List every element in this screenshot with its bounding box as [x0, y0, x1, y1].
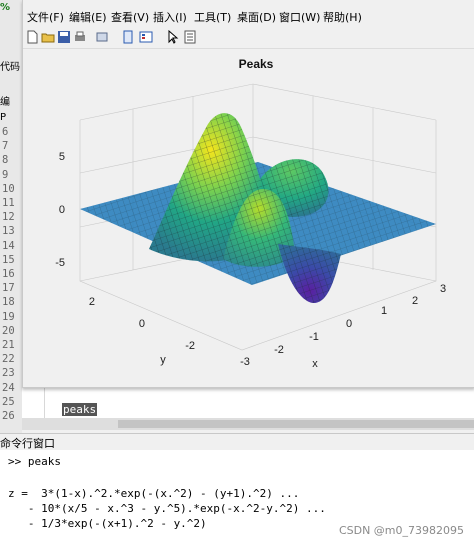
x-axis-ticks: -3 -2 -1 0 1 2 3 — [240, 283, 446, 368]
save-icon[interactable] — [57, 30, 71, 44]
line-number: 10 — [2, 182, 15, 195]
pointer-icon[interactable] — [165, 30, 179, 44]
line-number: 24 — [2, 381, 15, 394]
line-number: 22 — [2, 353, 15, 366]
new-figure-icon[interactable] — [25, 30, 39, 44]
property-editor-icon[interactable] — [183, 30, 197, 44]
editor-scrollbar-thumb[interactable] — [118, 420, 474, 428]
left-label-code: 代码 — [0, 62, 20, 73]
command-window-titlebar — [0, 433, 474, 451]
line-number: 20 — [2, 324, 15, 337]
line-number: 9 — [2, 168, 9, 181]
y-axis-label: y — [160, 354, 166, 366]
figure-menubar: 文件(F) 编辑(E) 查看(V) 插入(I) 工具(T) 桌面(D) 窗口(W… — [23, 0, 474, 28]
x-tick-2: 2 — [412, 295, 418, 307]
command-line: - 10*(x/5 - x.^3 - y.^5).*exp(-x.^2-y.^2… — [8, 502, 326, 515]
line-number: 26 — [2, 410, 15, 422]
y-tick-0: 0 — [139, 318, 145, 330]
plot-title: Peaks — [239, 57, 274, 71]
link-icon[interactable] — [95, 30, 109, 44]
line-number: 17 — [2, 282, 15, 295]
command-line: z = 3*(1-x).^2.*exp(-(x.^2) - (y+1).^2) … — [8, 487, 300, 500]
insert-colorbar-icon[interactable] — [139, 30, 153, 44]
line-number: 14 — [2, 239, 15, 252]
dock-icon[interactable] — [121, 30, 135, 44]
left-label-percent: % — [0, 2, 11, 13]
line-number: 23 — [2, 367, 15, 380]
menu-view[interactable]: 查看(V) — [111, 9, 149, 25]
x-tick-neg1: -1 — [309, 331, 319, 343]
command-window-title: 命令行窗口 — [0, 437, 55, 450]
peaks-surface-plot[interactable]: Peaks 5 0 -5 2 0 -2 y -3 -2 -1 0 1 2 3 x — [23, 49, 474, 387]
left-label-p[interactable]: P — [0, 112, 6, 123]
menu-tools[interactable]: 工具(T) — [194, 9, 231, 25]
line-number: 6 — [2, 126, 9, 138]
line-number: 25 — [2, 395, 15, 408]
y-tick-neg2: -2 — [185, 340, 195, 352]
line-number: 13 — [2, 225, 15, 238]
left-label-edit[interactable]: 编 — [0, 93, 10, 108]
line-number: 12 — [2, 211, 15, 224]
y-tick-2: 2 — [89, 296, 95, 308]
x-tick-0: 0 — [346, 318, 352, 330]
x-tick-3: 3 — [440, 283, 446, 295]
menu-window[interactable]: 窗口(W) — [279, 9, 320, 25]
z-tick-5: 5 — [59, 151, 65, 163]
line-number: 18 — [2, 296, 15, 309]
z-axis-ticks: 5 0 -5 — [55, 151, 65, 269]
menu-desktop[interactable]: 桌面(D) — [237, 9, 276, 25]
x-tick-neg3: -3 — [240, 356, 250, 368]
line-number: 7 — [2, 140, 9, 153]
print-icon[interactable] — [73, 30, 87, 44]
line-number: 21 — [2, 339, 15, 351]
editor-line-text[interactable]: peaks — [62, 403, 98, 416]
menu-insert[interactable]: 插入(I) — [153, 9, 187, 25]
open-file-icon[interactable] — [41, 30, 55, 44]
x-tick-1: 1 — [381, 305, 387, 317]
z-tick-neg5: -5 — [55, 257, 65, 269]
line-number: 19 — [2, 310, 15, 323]
line-number: 16 — [2, 268, 15, 280]
menu-file[interactable]: 文件(F) — [27, 9, 64, 25]
command-line: - 1/3*exp(-(x+1).^2 - y.^2) — [8, 517, 207, 530]
y-axis-ticks: 2 0 -2 — [89, 296, 195, 352]
line-number: 15 — [2, 253, 15, 266]
command-line: >> peaks — [8, 455, 61, 468]
figure-toolbar — [23, 28, 474, 49]
watermark-text: CSDN @m0_73982095 — [338, 524, 464, 537]
line-number: 8 — [2, 154, 9, 167]
line-number: 11 — [2, 197, 15, 209]
menu-edit[interactable]: 编辑(E) — [69, 9, 107, 25]
figure-window: 文件(F) 编辑(E) 查看(V) 插入(I) 工具(T) 桌面(D) 窗口(W… — [22, 0, 474, 388]
x-axis-label: x — [312, 358, 318, 370]
menu-help[interactable]: 帮助(H) — [323, 9, 362, 25]
z-tick-0: 0 — [59, 204, 65, 216]
x-tick-neg2: -2 — [274, 344, 284, 356]
